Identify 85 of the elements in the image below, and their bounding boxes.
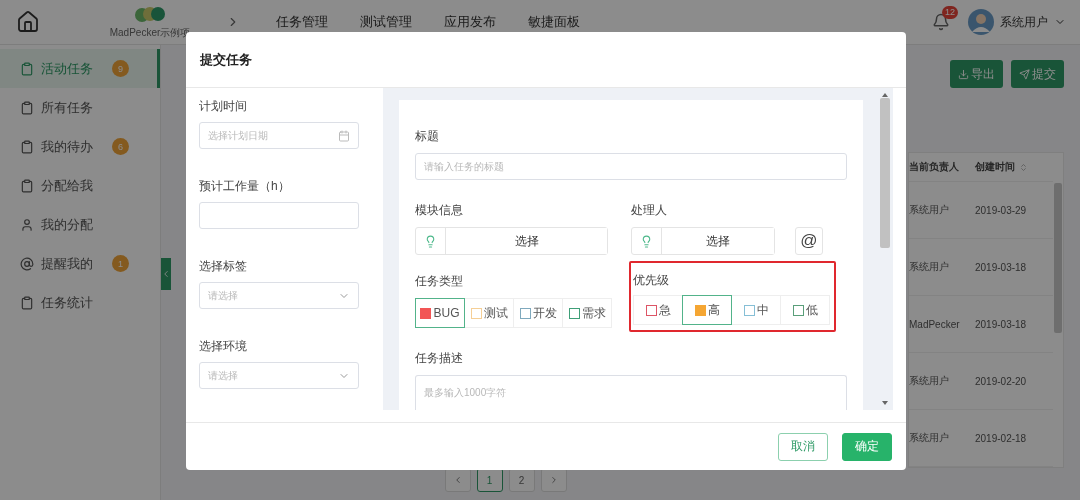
collapse-handle[interactable] <box>161 258 171 290</box>
calendar-icon <box>338 129 350 142</box>
lightbulb-icon <box>640 234 653 248</box>
table-cell-text: 2019-02-20 <box>975 374 1028 389</box>
notification-icon[interactable] <box>932 13 950 31</box>
column-header[interactable]: 当前负责人 <box>909 153 975 181</box>
field-label: 选择环境 <box>199 338 248 355</box>
clipboard-icon <box>20 61 34 76</box>
clipboard-icon <box>20 295 34 310</box>
table-cell-text: 2019-03-18 <box>975 260 1028 275</box>
avatar <box>968 9 994 35</box>
scroll-down-icon[interactable] <box>881 400 889 406</box>
home-icon[interactable] <box>16 10 40 34</box>
option-toggle[interactable]: 测试 <box>464 298 514 328</box>
table-cell-text: MadPecker <box>909 317 961 332</box>
sidebar-item[interactable]: 提醒我的 1 <box>0 244 160 283</box>
table-cell-text: 2019-02-18 <box>975 431 1028 446</box>
mention-button[interactable]: @ <box>795 227 823 255</box>
sidebar-item[interactable]: 任务统计 <box>0 283 160 322</box>
field-label: 计划时间 <box>199 98 248 115</box>
table-cell-text: 系统用户 <box>909 260 950 274</box>
nav-link[interactable]: 测试管理 <box>360 13 412 31</box>
sidebar-label: 提醒我的 <box>41 254 93 273</box>
scrollbar-thumb[interactable] <box>880 98 890 248</box>
table-cell-text: 2019-03-18 <box>975 317 1028 332</box>
sidebar-label: 分配给我 <box>41 176 93 195</box>
table-cell-text: 系统用户 <box>909 431 950 445</box>
option-toggle[interactable]: 高 <box>682 295 732 325</box>
field-label: 模块信息 <box>415 202 464 219</box>
sidebar-label: 活动任务 <box>41 59 93 78</box>
option-toggle[interactable]: 需求 <box>562 298 612 328</box>
option-toggle[interactable]: 急 <box>633 295 683 325</box>
sidebar-item[interactable]: 分配给我 <box>0 166 160 205</box>
table-cell-text: 2019-03-29 <box>975 203 1028 218</box>
user-name[interactable]: 系统用户 <box>1000 13 1048 31</box>
download-icon <box>958 68 969 80</box>
field-label: 预计工作量（h） <box>199 178 291 195</box>
clipboard-icon <box>20 100 34 115</box>
user-icon <box>20 217 34 232</box>
nav-link[interactable]: 敏捷面板 <box>528 13 580 31</box>
nav-link[interactable]: 应用发布 <box>444 13 496 31</box>
field-label: 选择标签 <box>199 258 248 275</box>
chevron-left-icon <box>161 269 171 279</box>
lightbulb-icon <box>424 234 437 248</box>
dialog-button[interactable]: 取消 <box>778 432 828 461</box>
page-button[interactable]: 1 <box>476 468 503 492</box>
sidebar-item[interactable]: 我的分配 <box>0 205 160 244</box>
page-button[interactable]: 2 <box>508 468 535 492</box>
field-label: 任务描述 <box>415 350 464 367</box>
option-toggle[interactable]: 中 <box>731 295 781 325</box>
sidebar-item[interactable]: 我的待办 6 <box>0 127 160 166</box>
field-label: 优先级 <box>633 272 670 289</box>
dialog-button[interactable]: 确定 <box>842 432 892 461</box>
option-toggle[interactable]: 低 <box>780 295 830 325</box>
scrollbar-thumb[interactable] <box>1054 183 1062 333</box>
logo-icon <box>132 4 168 24</box>
count-badge: 9 <box>112 60 129 77</box>
toolbar-button[interactable]: 导出 <box>950 60 1003 88</box>
field-label: 处理人 <box>631 202 668 219</box>
dialog-title: 提交任务 <box>200 50 252 69</box>
sidebar-label: 所有任务 <box>41 98 93 117</box>
next-page-button[interactable] <box>540 468 567 492</box>
sidebar-label: 我的待办 <box>41 137 93 156</box>
send-icon <box>1019 68 1030 80</box>
previous-page-button[interactable] <box>444 468 471 492</box>
notification-badge: 12 <box>942 6 958 19</box>
sidebar-item[interactable]: 所有任务 <box>0 88 160 127</box>
count-badge: 6 <box>112 138 129 155</box>
input-field[interactable] <box>199 202 359 229</box>
count-badge: 1 <box>112 255 129 272</box>
sidebar-label: 我的分配 <box>41 215 93 234</box>
table-cell-text: 系统用户 <box>909 374 950 388</box>
sidebar-label: 任务统计 <box>41 293 93 312</box>
sidebar-item[interactable]: 活动任务 9 <box>0 49 160 88</box>
clipboard-icon <box>20 139 34 154</box>
clipboard-icon <box>20 178 34 193</box>
option-toggle[interactable]: 开发 <box>513 298 563 328</box>
field-label: 任务类型 <box>415 273 464 290</box>
column-header[interactable]: 创建时间 <box>975 153 1053 181</box>
toolbar-button[interactable]: 提交 <box>1011 60 1064 88</box>
nav-link[interactable]: 任务管理 <box>276 13 328 31</box>
field-label: 标题 <box>415 128 440 145</box>
at-icon <box>20 256 34 271</box>
table-cell-text: 系统用户 <box>909 203 950 217</box>
option-toggle[interactable]: BUG <box>415 298 465 328</box>
